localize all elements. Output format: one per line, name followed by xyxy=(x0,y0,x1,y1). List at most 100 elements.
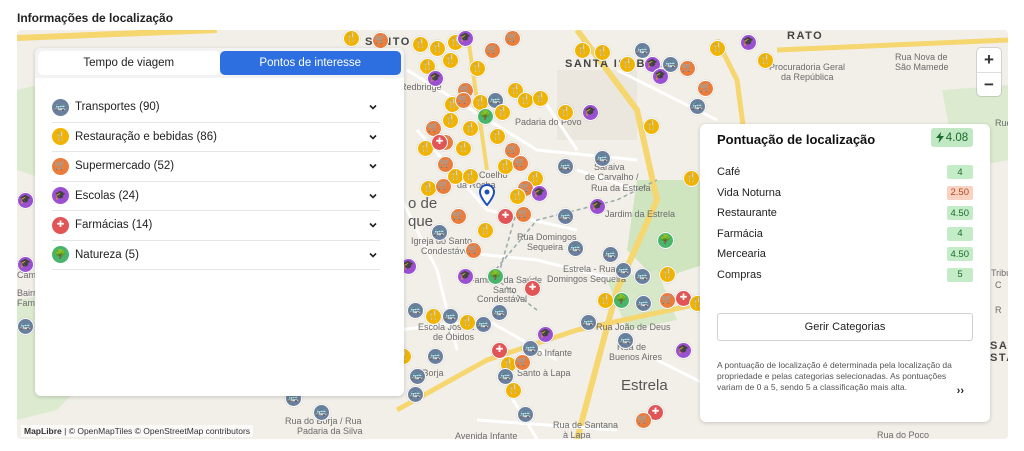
transport-pin[interactable]: 🚌 xyxy=(689,98,706,115)
chevron-down-icon[interactable] xyxy=(366,189,380,203)
school-pin[interactable]: 🎓 xyxy=(675,342,692,359)
restaurant-pin[interactable]: 🍴 xyxy=(557,104,574,121)
restaurant-pin[interactable]: 🍴 xyxy=(594,44,611,61)
school-pin[interactable]: 🎓 xyxy=(457,30,474,47)
restaurant-pin[interactable]: 🍴 xyxy=(597,292,614,309)
supermarket-pin[interactable]: 🛒 xyxy=(504,30,521,47)
supermarket-pin[interactable]: 🛒 xyxy=(435,178,452,195)
category-item-nature[interactable]: 🌳 Natureza (5) xyxy=(52,241,380,270)
transport-pin[interactable]: 🚌 xyxy=(617,332,634,349)
transport-pin[interactable]: 🚌 xyxy=(517,406,534,423)
transport-pin[interactable]: 🚌 xyxy=(557,208,574,225)
school-pin[interactable]: 🎓 xyxy=(537,326,554,343)
chevron-down-icon[interactable] xyxy=(366,130,380,144)
transport-pin[interactable]: 🚌 xyxy=(407,386,424,403)
pharmacy-pin[interactable]: ✚ xyxy=(497,208,514,225)
supermarket-pin[interactable]: 🛒 xyxy=(512,155,529,172)
school-pin[interactable]: 🎓 xyxy=(531,185,548,202)
transport-pin[interactable]: 🚌 xyxy=(602,246,619,263)
restaurant-pin[interactable]: 🍴 xyxy=(343,30,360,47)
category-item-transport[interactable]: 🚌 Transportes (90) xyxy=(52,93,380,123)
supermarket-pin[interactable]: 🛒 xyxy=(465,242,482,259)
transport-pin[interactable]: 🚌 xyxy=(567,240,584,257)
transport-pin[interactable]: 🚌 xyxy=(580,314,597,331)
supermarket-pin[interactable]: 🛒 xyxy=(450,208,467,225)
transport-pin[interactable]: 🚌 xyxy=(475,316,492,333)
restaurant-pin[interactable]: 🍴 xyxy=(412,36,429,53)
school-pin[interactable]: 🎓 xyxy=(589,198,606,215)
school-pin[interactable]: 🎓 xyxy=(427,70,444,87)
transport-pin[interactable]: 🚌 xyxy=(635,295,652,312)
nature-pin[interactable]: 🌳 xyxy=(477,108,494,125)
restaurant-pin[interactable]: 🍴 xyxy=(509,188,526,205)
school-pin[interactable]: 🎓 xyxy=(457,268,474,285)
supermarket-pin[interactable]: 🛒 xyxy=(372,32,389,49)
supermarket-pin[interactable]: 🛒 xyxy=(514,354,531,371)
transport-pin[interactable]: 🚌 xyxy=(491,304,508,321)
category-item-pharmacies[interactable]: ✚ Farmácias (14) xyxy=(52,211,380,241)
restaurant-pin[interactable]: 🍴 xyxy=(477,222,494,239)
school-pin[interactable]: 🎓 xyxy=(582,104,599,121)
zoom-out-button[interactable]: − xyxy=(977,72,1001,96)
transport-pin[interactable]: 🚌 xyxy=(662,56,679,73)
transport-pin[interactable]: 🚌 xyxy=(634,268,651,285)
zoom-in-button[interactable]: + xyxy=(977,48,1001,72)
transport-pin[interactable]: 🚌 xyxy=(557,158,574,175)
school-pin[interactable]: 🎓 xyxy=(17,192,34,209)
supermarket-pin[interactable]: 🛒 xyxy=(484,42,501,59)
restaurant-pin[interactable]: 🍴 xyxy=(619,56,636,73)
attribution-brand[interactable]: MapLibre xyxy=(24,426,62,436)
restaurant-pin[interactable]: 🍴 xyxy=(532,90,549,107)
restaurant-pin[interactable]: 🍴 xyxy=(505,382,522,399)
nature-pin[interactable]: 🌳 xyxy=(613,292,630,309)
category-item-restaurants[interactable]: 🍴 Restauração e bebidas (86) xyxy=(52,123,380,152)
school-pin[interactable]: 🎓 xyxy=(740,34,757,51)
category-item-schools[interactable]: 🎓 Escolas (24) xyxy=(52,182,380,211)
restaurant-pin[interactable]: 🍴 xyxy=(425,308,442,325)
transport-pin[interactable]: 🚌 xyxy=(431,224,448,241)
restaurant-pin[interactable]: 🍴 xyxy=(757,52,774,69)
tab-travel-time[interactable]: Tempo de viagem xyxy=(38,51,220,75)
school-pin[interactable]: 🎓 xyxy=(17,256,34,273)
restaurant-pin[interactable]: 🍴 xyxy=(469,60,486,77)
chevron-down-icon[interactable] xyxy=(366,100,380,114)
transport-pin[interactable]: 🚌 xyxy=(407,302,424,319)
transport-pin[interactable]: 🚌 xyxy=(17,318,34,335)
attribution-text[interactable]: | © OpenMapTiles © OpenStreetMap contrib… xyxy=(62,426,250,436)
manage-categories-button[interactable]: Gerir Categorias xyxy=(717,313,973,341)
tab-points-of-interest[interactable]: Pontos de interesse xyxy=(219,51,401,75)
supermarket-pin[interactable]: 🛒 xyxy=(697,80,714,97)
supermarket-pin[interactable]: 🛒 xyxy=(455,92,472,109)
transport-pin[interactable]: 🚌 xyxy=(442,308,459,325)
restaurant-pin[interactable]: 🍴 xyxy=(683,170,700,187)
category-item-supermarket[interactable]: 🛒 Supermercado (52) xyxy=(52,152,380,182)
restaurant-pin[interactable]: 🍴 xyxy=(489,128,506,145)
restaurant-pin[interactable]: 🍴 xyxy=(494,104,511,121)
transport-pin[interactable]: 🚌 xyxy=(313,404,330,421)
supermarket-pin[interactable]: 🛒 xyxy=(635,412,652,429)
restaurant-pin[interactable]: 🍴 xyxy=(659,266,676,283)
restaurant-pin[interactable]: 🍴 xyxy=(442,52,459,69)
supermarket-pin[interactable]: 🛒 xyxy=(679,60,696,77)
restaurant-pin[interactable]: 🍴 xyxy=(643,118,660,135)
transport-pin[interactable]: 🚌 xyxy=(594,150,611,167)
nature-pin[interactable]: 🌳 xyxy=(657,232,674,249)
chevron-down-icon[interactable] xyxy=(366,159,380,173)
restaurant-pin[interactable]: 🍴 xyxy=(442,112,459,129)
chevron-down-icon[interactable] xyxy=(366,248,380,262)
supermarket-pin[interactable]: 🛒 xyxy=(659,292,676,309)
supermarket-pin[interactable]: 🛒 xyxy=(515,206,532,223)
restaurant-pin[interactable]: 🍴 xyxy=(709,40,726,57)
chevron-down-icon[interactable] xyxy=(366,218,380,232)
nature-pin[interactable]: 🌳 xyxy=(487,268,504,285)
restaurant-pin[interactable]: 🍴 xyxy=(462,120,479,137)
transport-pin[interactable]: 🚌 xyxy=(427,348,444,365)
pharmacy-pin[interactable]: ✚ xyxy=(524,280,541,297)
restaurant-pin[interactable]: 🍴 xyxy=(462,168,479,185)
restaurant-pin[interactable]: 🍴 xyxy=(574,42,591,59)
pharmacy-pin[interactable]: ✚ xyxy=(431,134,448,151)
restaurant-pin[interactable]: 🍴 xyxy=(459,314,476,331)
transport-pin[interactable]: 🚌 xyxy=(615,262,632,279)
transport-pin[interactable]: 🚌 xyxy=(409,368,426,385)
expand-button[interactable]: ›› xyxy=(957,385,964,397)
